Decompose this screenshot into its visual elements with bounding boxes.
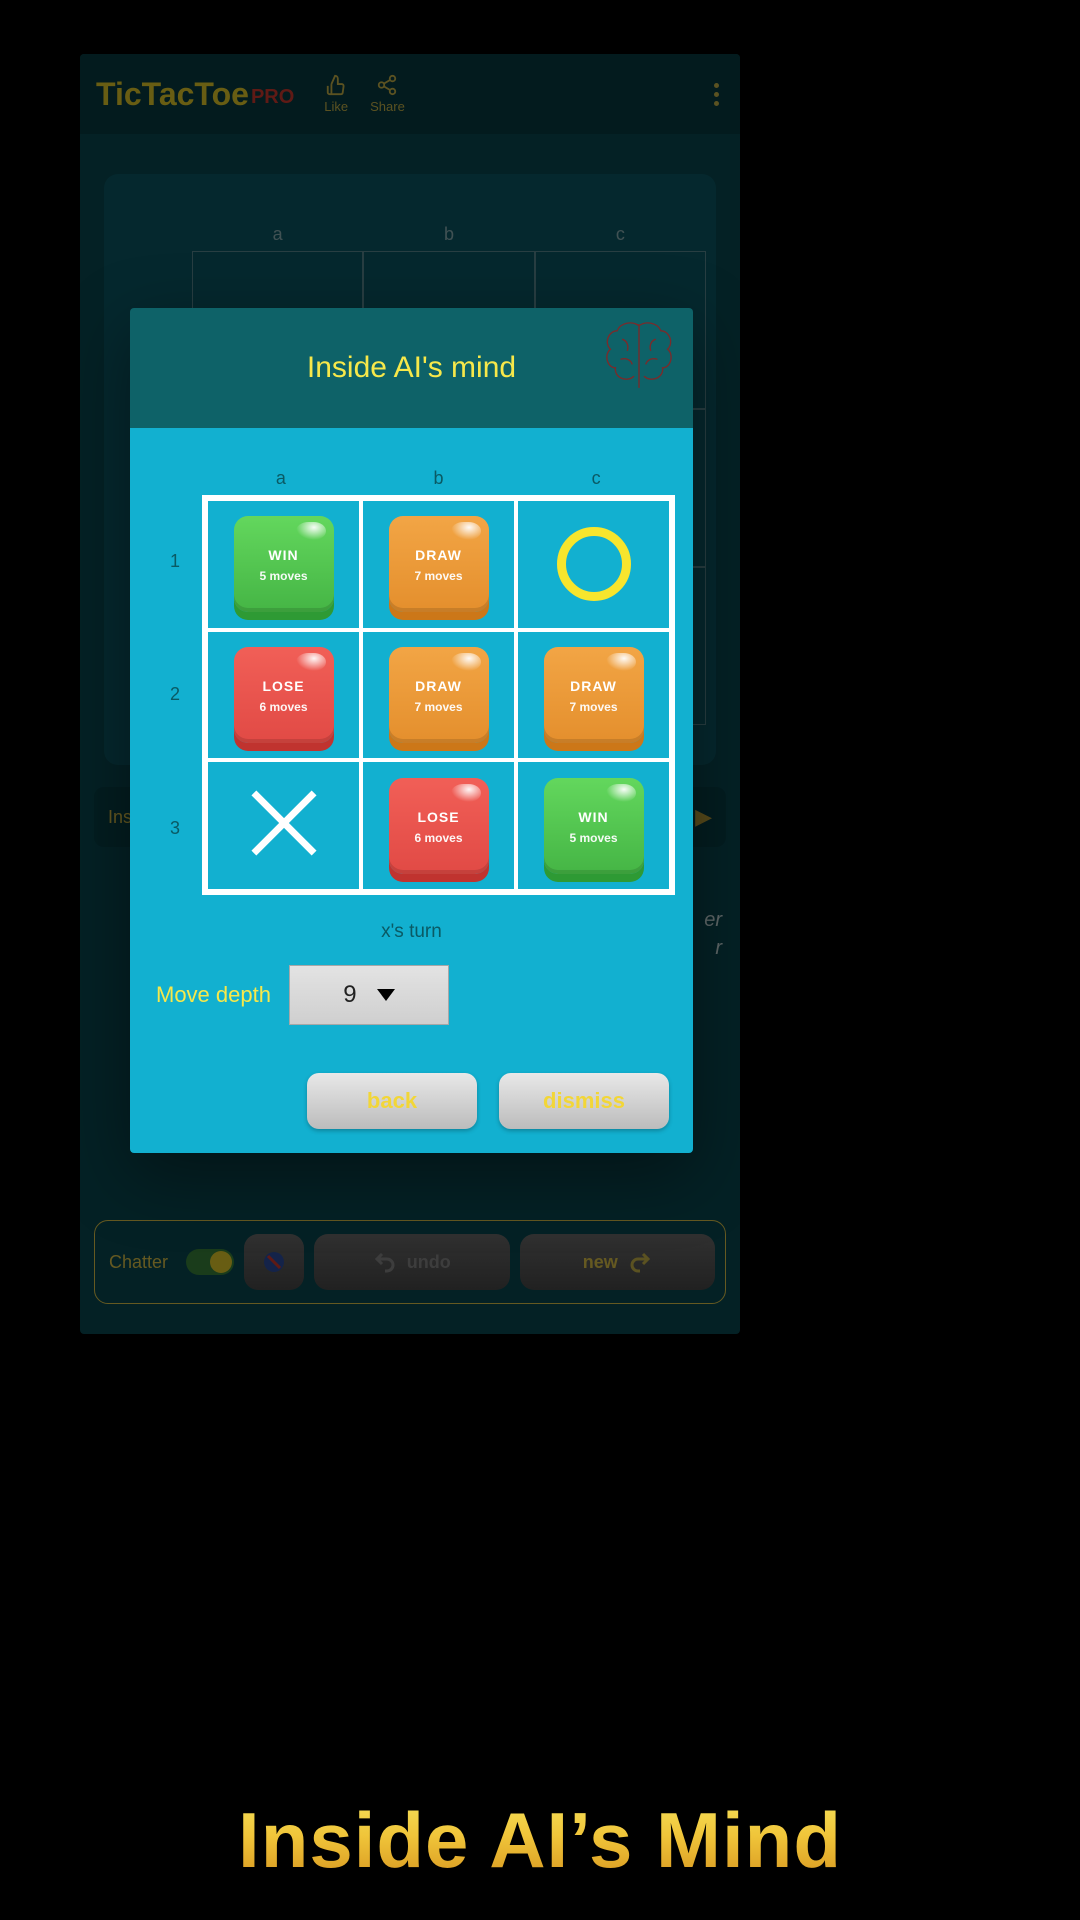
column-headers: a b c <box>192 224 706 245</box>
outcome-tile-lose: LOSE 6 moves <box>234 647 334 743</box>
back-label: back <box>367 1088 417 1114</box>
undo-button[interactable]: undo <box>314 1234 509 1290</box>
redo-icon <box>628 1250 652 1274</box>
outcome-moves: 7 moves <box>414 700 462 714</box>
ai-mind-cell[interactable]: LOSE 6 moves <box>206 630 361 761</box>
outcome-tile-draw: DRAW 7 moves <box>544 647 644 743</box>
promo-banner-text: Inside AI’s Mind <box>238 1796 842 1884</box>
outcome-moves: 6 moves <box>414 831 462 845</box>
ai-mind-cell[interactable]: LOSE 6 moves <box>361 760 516 891</box>
chatter-label: Chatter <box>109 1252 168 1273</box>
outcome-label: DRAW <box>415 547 462 563</box>
app-title: TicTacToe <box>96 76 249 113</box>
outcome-tile-draw: DRAW 7 moves <box>389 647 489 743</box>
turn-indicator: x's turn <box>148 921 675 943</box>
mini-row-headers: 1 2 3 <box>148 495 202 895</box>
mini-col-b: b <box>360 468 518 489</box>
ai-mind-cell[interactable]: DRAW 7 moves <box>361 630 516 761</box>
bottom-toolbar: Chatter undo new <box>94 1220 726 1304</box>
promo-banner: Inside AI’s Mind <box>0 1795 1080 1886</box>
outcome-tile-draw: DRAW 7 moves <box>389 516 489 612</box>
ai-mind-cell[interactable] <box>206 760 361 891</box>
chatter-toggle[interactable] <box>186 1249 234 1275</box>
outcome-label: DRAW <box>415 678 462 694</box>
move-depth-value: 9 <box>343 981 356 1009</box>
undo-icon <box>373 1250 397 1274</box>
share-icon <box>376 74 398 96</box>
share-button[interactable]: Share <box>370 74 405 114</box>
col-header-c: c <box>535 224 706 245</box>
sound-button[interactable] <box>244 1234 304 1290</box>
ai-mind-cell[interactable]: DRAW 7 moves <box>361 499 516 630</box>
thumbs-up-icon <box>325 74 347 96</box>
ai-mind-cell[interactable]: DRAW 7 moves <box>516 630 671 761</box>
modal-body: a b c 1 2 3 WIN 5 moves DRAW 7 moves LOSE 6 m… <box>130 428 693 1153</box>
ai-mind-cell[interactable]: WIN 5 moves <box>516 760 671 891</box>
outcome-label: DRAW <box>570 678 617 694</box>
ai-mind-grid: WIN 5 moves DRAW 7 moves LOSE 6 moves DRAW 7 mo… <box>202 495 675 895</box>
outcome-label: WIN <box>268 547 298 563</box>
ai-mind-modal: Inside AI's mind a b c 1 2 3 WIN 5 moves D… <box>130 308 693 1153</box>
app-title-pro: PRO <box>251 86 294 109</box>
dismiss-label: dismiss <box>543 1088 625 1114</box>
mini-col-c: c <box>517 468 675 489</box>
back-button[interactable]: back <box>307 1073 477 1129</box>
outcome-moves: 6 moves <box>259 700 307 714</box>
outcome-label: LOSE <box>262 678 304 694</box>
speech-peek: err <box>704 906 722 962</box>
brain-icon <box>597 314 681 398</box>
outcome-moves: 5 moves <box>569 831 617 845</box>
mini-row-1: 1 <box>148 495 202 628</box>
dismiss-button[interactable]: dismiss <box>499 1073 669 1129</box>
outcome-label: LOSE <box>417 809 459 825</box>
modal-title: Inside AI's mind <box>307 351 516 385</box>
caret-down-icon <box>377 989 395 1001</box>
outcome-tile-win: WIN 5 moves <box>544 778 644 874</box>
outcome-tile-lose: LOSE 6 moves <box>389 778 489 874</box>
modal-header: Inside AI's mind <box>130 308 693 428</box>
mark-o-icon <box>557 527 631 601</box>
outcome-moves: 7 moves <box>414 569 462 583</box>
no-sound-icon <box>262 1250 286 1274</box>
outcome-moves: 5 moves <box>259 569 307 583</box>
like-button[interactable]: Like <box>324 74 348 114</box>
new-label: new <box>583 1252 618 1273</box>
ai-mind-cell[interactable]: WIN 5 moves <box>206 499 361 630</box>
col-header-b: b <box>363 224 534 245</box>
col-header-a: a <box>192 224 363 245</box>
new-button[interactable]: new <box>520 1234 715 1290</box>
top-bar: TicTacToe PRO Like Share <box>80 54 740 134</box>
inspect-bar-label: Ins <box>108 807 132 828</box>
share-label: Share <box>370 99 405 114</box>
mini-row-2: 2 <box>148 628 202 761</box>
app-logo: TicTacToe PRO <box>96 76 294 113</box>
mini-column-headers: a b c <box>202 468 675 489</box>
mini-row-3: 3 <box>148 762 202 895</box>
undo-label: undo <box>407 1252 451 1273</box>
like-label: Like <box>324 99 348 114</box>
ai-mind-cell[interactable] <box>516 499 671 630</box>
outcome-label: WIN <box>578 809 608 825</box>
move-depth-label: Move depth <box>156 982 271 1008</box>
move-depth-dropdown[interactable]: 9 <box>289 965 449 1025</box>
overflow-menu-button[interactable] <box>704 83 728 106</box>
mark-x-icon <box>241 780 327 871</box>
mini-col-a: a <box>202 468 360 489</box>
outcome-tile-win: WIN 5 moves <box>234 516 334 612</box>
chevron-right-icon: ▶ <box>695 804 712 830</box>
outcome-moves: 7 moves <box>569 700 617 714</box>
